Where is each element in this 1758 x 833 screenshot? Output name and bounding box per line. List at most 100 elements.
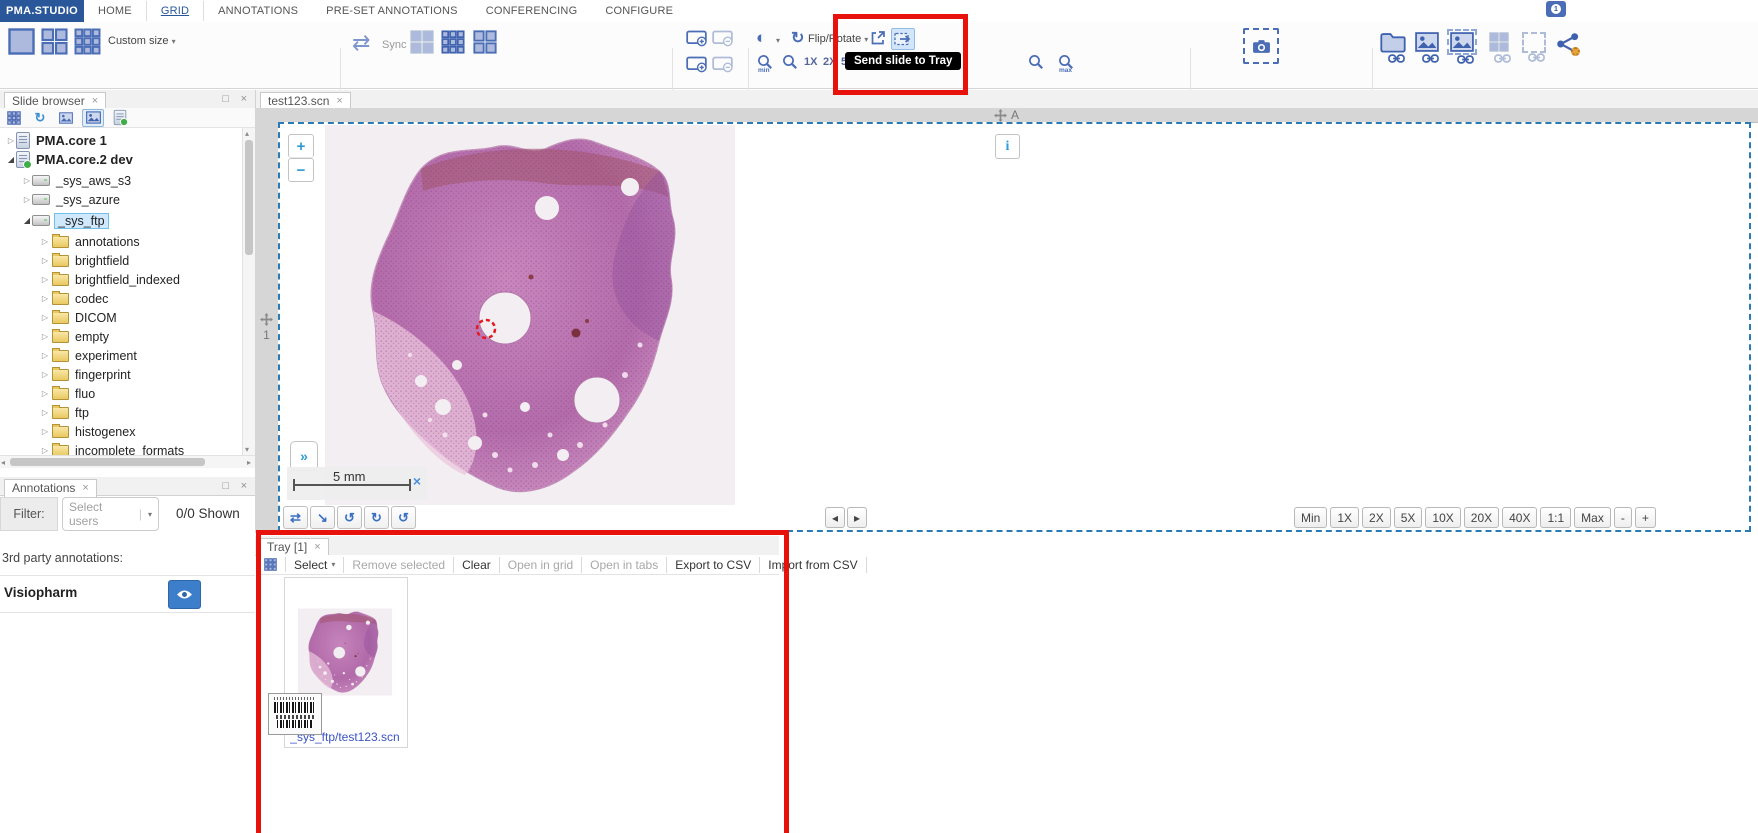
reset-rotation-button[interactable]: ↺ (391, 506, 416, 529)
close-panel-icon[interactable]: × (241, 480, 247, 492)
tree-expander[interactable]: ▷ (40, 332, 50, 341)
zoom-10x-button[interactable]: 10X (1425, 507, 1460, 528)
tree-expander[interactable]: ▷ (40, 294, 50, 303)
tree-expander[interactable]: ▷ (40, 256, 50, 265)
scroll-down-icon[interactable]: ▾ (245, 445, 249, 454)
zoom-max-icon[interactable]: max (1058, 54, 1074, 70)
tree-expander[interactable]: ▷ (22, 195, 32, 204)
tree-expander[interactable]: ▷ (22, 176, 32, 185)
scroll-left-icon[interactable]: ◂ (1, 458, 5, 467)
restore-panel-icon[interactable]: □ (222, 93, 229, 105)
sync-grid-rotate-icon[interactable] (410, 30, 434, 54)
tree-item[interactable]: ▷PMA.core 1 (6, 131, 107, 150)
share-image-link-button[interactable] (1415, 32, 1439, 63)
tree-item[interactable]: ▷_sys_aws_s3 (22, 171, 131, 190)
tree-expander[interactable]: ▷ (40, 389, 50, 398)
zoom-preset-1x[interactable]: 1X (804, 56, 817, 68)
close-scale-icon[interactable]: × (413, 473, 421, 489)
rotate-right-button[interactable]: ↻ (364, 506, 389, 529)
menu-annotations[interactable]: ANNOTATIONS (204, 1, 312, 21)
tree-item[interactable]: ▷brightfield_indexed (40, 270, 180, 289)
tree-expander[interactable]: ▷ (40, 427, 50, 436)
zoom-in-button[interactable]: + (288, 134, 314, 158)
history-icon[interactable]: 1 (1546, 1, 1566, 17)
zoom-20x-button[interactable]: 20X (1464, 507, 1499, 528)
rotate-left-button[interactable]: ↺ (337, 506, 362, 529)
zoom-2x-button[interactable]: 2X (1362, 507, 1391, 528)
layout-2x2-button[interactable] (41, 28, 68, 55)
tray-export-csv-button[interactable]: Export to CSV (667, 557, 760, 573)
chevron-down-icon[interactable]: ▾ (776, 36, 780, 45)
tree-expander[interactable]: ▷ (40, 408, 50, 417)
server-view-icon[interactable] (110, 110, 130, 126)
tree-item[interactable]: ▷ftp (40, 403, 89, 422)
previous-slide-button[interactable]: ◂ (825, 507, 845, 528)
tree-item[interactable]: ▷codec (40, 289, 108, 308)
scroll-right-icon[interactable]: ▸ (247, 458, 251, 467)
move-icon[interactable] (260, 313, 273, 326)
thumbnail-view-icon[interactable] (82, 109, 104, 127)
tree-item[interactable]: ▷_sys_azure (22, 190, 120, 209)
zoom-5x-button[interactable]: 5X (1394, 507, 1423, 528)
tree-expander[interactable]: ▷ (40, 237, 50, 246)
next-slide-button[interactable]: ▸ (847, 507, 867, 528)
remove-column-button[interactable] (712, 56, 733, 73)
select-users-dropdown[interactable]: Select users |▾ (62, 497, 159, 531)
tree-expander[interactable]: ▷ (40, 351, 50, 360)
tree-expander[interactable]: ▷ (40, 446, 50, 455)
tree-vertical-scrollbar[interactable]: ▴ ▾ (242, 128, 256, 455)
share-selection-link-button[interactable] (1522, 32, 1546, 62)
menu-preset-annotations[interactable]: PRE-SET ANNOTATIONS (312, 1, 472, 21)
zoom-minus-button[interactable]: - (1614, 507, 1632, 528)
flip-horizontal-button[interactable]: ⇄ (283, 506, 308, 529)
tree-item[interactable]: ▷experiment (40, 346, 137, 365)
zoom-max-button[interactable]: Max (1574, 507, 1611, 528)
refresh-icon[interactable]: ↻ (30, 110, 50, 126)
send-to-tray-button[interactable] (891, 28, 915, 50)
sync-icon[interactable]: ⇄ (352, 30, 370, 56)
tray-open-in-tabs-button[interactable]: Open in tabs (582, 557, 667, 573)
tree-item[interactable]: ▷incomplete_formats (40, 441, 184, 455)
tray-tab[interactable]: Tray [1] × (259, 538, 329, 556)
close-icon[interactable]: × (82, 482, 88, 494)
tray-select-dropdown[interactable]: Select▾ (286, 557, 344, 573)
tree-expander[interactable]: ▷ (40, 370, 50, 379)
add-column-button[interactable] (686, 56, 707, 73)
share-grid-link-button[interactable] (1487, 32, 1511, 63)
close-panel-icon[interactable]: × (241, 93, 247, 105)
tree-item[interactable]: ▷histogenex (40, 422, 135, 441)
flip-rotate-dropdown[interactable]: Flip/Rotate ▾ (808, 33, 868, 45)
zoom-40x-button[interactable]: 40X (1502, 507, 1537, 528)
close-icon[interactable]: × (336, 95, 342, 107)
zoom-min-icon[interactable]: min (757, 54, 773, 70)
tree-item[interactable]: ▷fingerprint (40, 365, 131, 384)
scrollbar-thumb[interactable] (245, 140, 253, 255)
tree-item-selected[interactable]: ◢_sys_ftp (22, 211, 109, 230)
tree-expander[interactable]: ◢ (6, 155, 16, 164)
zoom-out-icon[interactable] (782, 54, 798, 70)
close-icon[interactable]: × (314, 541, 320, 553)
custom-size-dropdown[interactable]: Custom size ▾ (108, 35, 176, 47)
grid-row-header[interactable]: 1 (255, 122, 279, 533)
tray-grid-icon[interactable] (256, 557, 286, 572)
rotate-icon[interactable]: ↻ (791, 28, 804, 48)
tray-open-in-grid-button[interactable]: Open in grid (500, 557, 582, 573)
contrast-icon[interactable]: ◐ (756, 28, 766, 48)
tray-import-csv-button[interactable]: Import from CSV (760, 557, 866, 573)
tree-expander[interactable]: ▷ (40, 275, 50, 284)
toggle-visibility-button[interactable] (168, 580, 201, 609)
tree-item[interactable]: ▷empty (40, 327, 109, 346)
share-folder-link-button[interactable] (1380, 32, 1406, 63)
sync-grid-expand-icon[interactable] (473, 30, 497, 54)
add-row-button[interactable] (686, 30, 707, 47)
annotations-tab[interactable]: Annotations × (4, 479, 97, 497)
snapshot-button[interactable] (1243, 28, 1279, 64)
zoom-1-1-button[interactable]: 1:1 (1540, 507, 1571, 528)
grid-column-header[interactable]: A (255, 108, 1758, 123)
move-icon[interactable] (994, 109, 1007, 122)
tree-item[interactable]: ▷DICOM (40, 308, 117, 327)
scrollbar-thumb[interactable] (10, 458, 205, 466)
duplicate-icon[interactable] (56, 110, 76, 126)
menu-grid[interactable]: GRID (146, 1, 204, 21)
slide-image[interactable] (325, 124, 735, 506)
